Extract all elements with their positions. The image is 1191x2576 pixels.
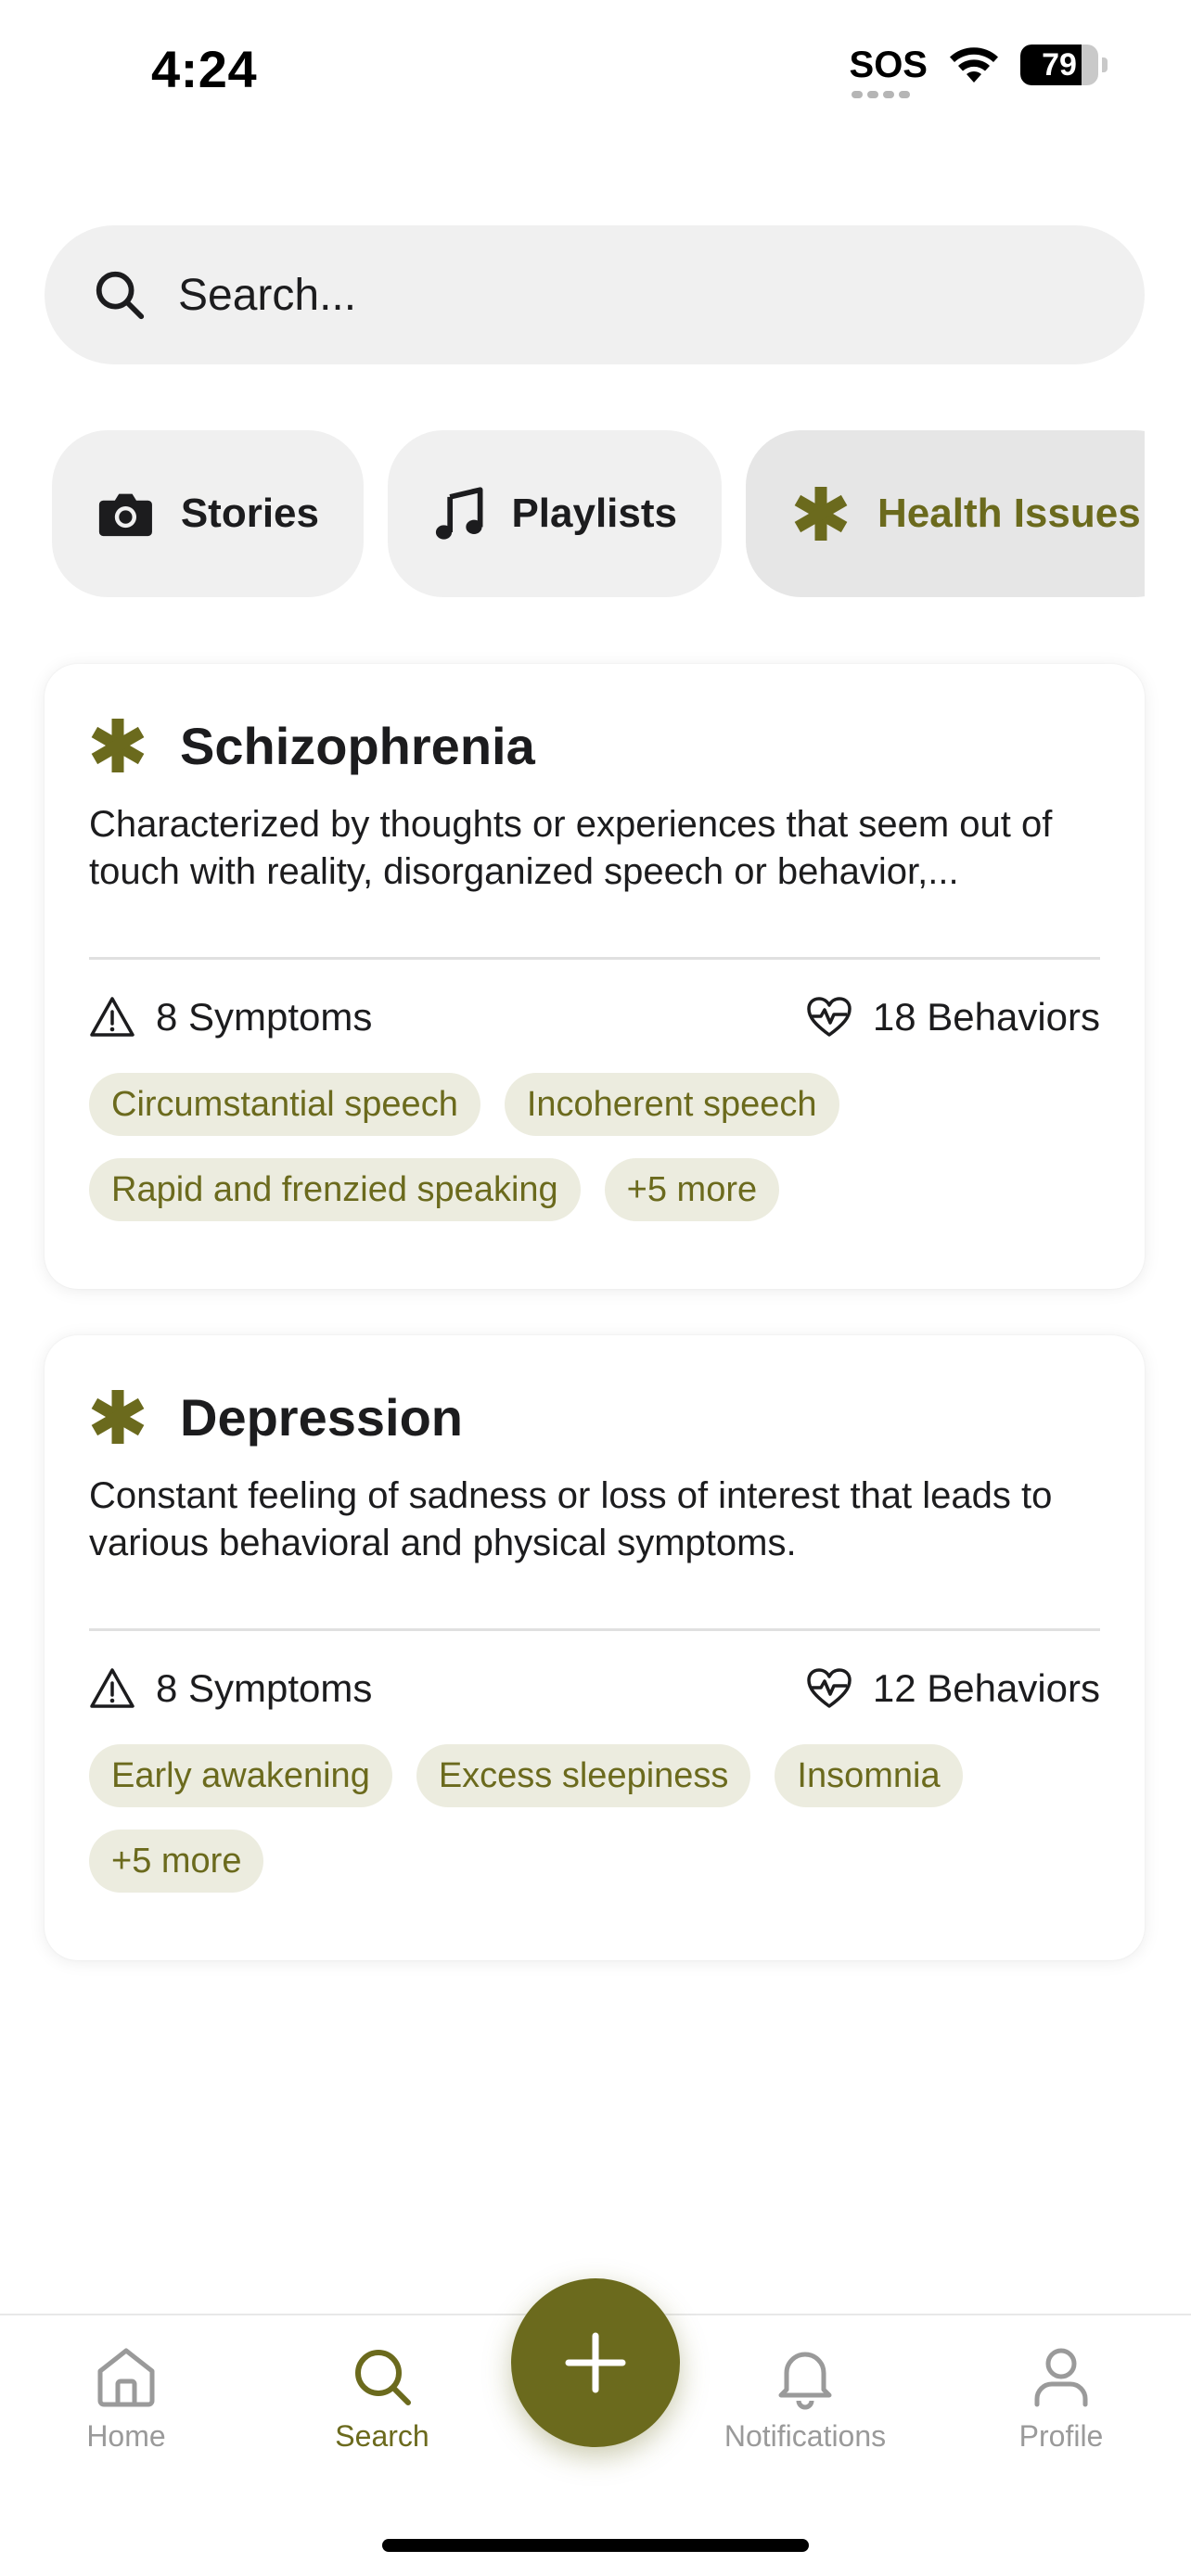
nav-home[interactable]: Home [24, 2341, 228, 2454]
status-time: 4:24 [151, 40, 258, 98]
tag-list: Circumstantial speech Incoherent speech … [89, 1073, 1100, 1221]
health-issue-card[interactable]: Schizophrenia Characterized by thoughts … [45, 664, 1145, 1289]
signal-dots [851, 91, 910, 98]
card-stats: 8 Symptoms 18 Behaviors [89, 993, 1100, 1041]
tag-list: Early awakening Excess sleepiness Insomn… [89, 1744, 1100, 1893]
music-note-icon [435, 487, 483, 540]
behaviors-label: 12 Behaviors [872, 1666, 1100, 1710]
tag[interactable]: Insomnia [775, 1744, 963, 1807]
camera-icon [98, 493, 152, 537]
card-stats: 8 Symptoms 12 Behaviors [89, 1664, 1100, 1713]
tag[interactable]: Circumstantial speech [89, 1073, 480, 1136]
sos-label: SOS [849, 45, 928, 85]
behaviors-label: 18 Behaviors [872, 995, 1100, 1039]
plus-icon [565, 2332, 626, 2393]
chip-stories[interactable]: Stories [52, 430, 364, 597]
symptoms-count: 8 Symptoms [89, 1665, 372, 1712]
wifi-icon [950, 47, 998, 83]
add-button[interactable] [511, 2278, 680, 2447]
divider [89, 957, 1100, 960]
symptoms-label: 8 Symptoms [156, 1666, 373, 1710]
chip-label: Playlists [511, 491, 677, 536]
symptoms-label: 8 Symptoms [156, 995, 373, 1039]
asterisk-icon [91, 719, 145, 772]
chip-label: Stories [180, 491, 319, 536]
asterisk-icon [794, 487, 848, 541]
status-bar: 4:24 SOS 79 [0, 0, 1191, 139]
search-icon [355, 2350, 411, 2405]
tag[interactable]: Incoherent speech [504, 1073, 839, 1136]
search-icon [96, 271, 145, 320]
nav-label: Home [86, 2419, 166, 2453]
home-indicator [382, 2539, 809, 2552]
health-issue-card[interactable]: Depression Constant feeling of sadness o… [45, 1335, 1145, 1960]
search-input[interactable] [178, 269, 1013, 321]
bottom-nav: Home Search Notifications Profile [0, 2278, 1191, 2576]
chip-playlists[interactable]: Playlists [388, 430, 722, 597]
heart-pulse-icon [807, 997, 852, 1037]
behaviors-count: 12 Behaviors [806, 1665, 1100, 1712]
divider [89, 1628, 1100, 1631]
card-title: Schizophrenia [180, 716, 535, 775]
warning-icon [90, 997, 134, 1037]
more-tags[interactable]: +5 more [89, 1830, 264, 1893]
tag[interactable]: Rapid and frenzied speaking [89, 1158, 581, 1221]
symptoms-count: 8 Symptoms [89, 994, 372, 1040]
search-bar[interactable] [45, 225, 1145, 364]
nav-profile[interactable]: Profile [959, 2341, 1163, 2454]
battery-percent: 79 [1042, 46, 1077, 83]
chip-label: Health Issues [877, 491, 1141, 536]
nav-label: Search [335, 2419, 429, 2453]
nav-label: Profile [1018, 2419, 1104, 2453]
home-icon [97, 2348, 155, 2407]
nav-label: Notifications [724, 2419, 887, 2453]
nav-notifications[interactable]: Notifications [703, 2341, 907, 2454]
more-tags[interactable]: +5 more [604, 1158, 780, 1221]
heart-pulse-icon [807, 1668, 852, 1708]
nav-search[interactable]: Search [280, 2341, 484, 2454]
behaviors-count: 18 Behaviors [806, 994, 1100, 1040]
category-chips: Stories Playlists Health Issues [52, 430, 1145, 597]
status-indicators: SOS 79 [849, 45, 1108, 98]
bell-icon [778, 2352, 832, 2410]
asterisk-icon [91, 1390, 145, 1444]
card-description: Characterized by thoughts or experiences… [89, 804, 1053, 892]
warning-icon [90, 1668, 134, 1708]
person-icon [1034, 2348, 1088, 2407]
card-description: Constant feeling of sadness or loss of i… [89, 1475, 1053, 1563]
tag[interactable]: Early awakening [89, 1744, 392, 1807]
chip-health-issues[interactable]: Health Issues [746, 430, 1145, 597]
card-title: Depression [180, 1387, 463, 1447]
sos-indicator: SOS [849, 45, 928, 98]
tag[interactable]: Excess sleepiness [416, 1744, 751, 1807]
battery-icon: 79 [1020, 45, 1108, 85]
